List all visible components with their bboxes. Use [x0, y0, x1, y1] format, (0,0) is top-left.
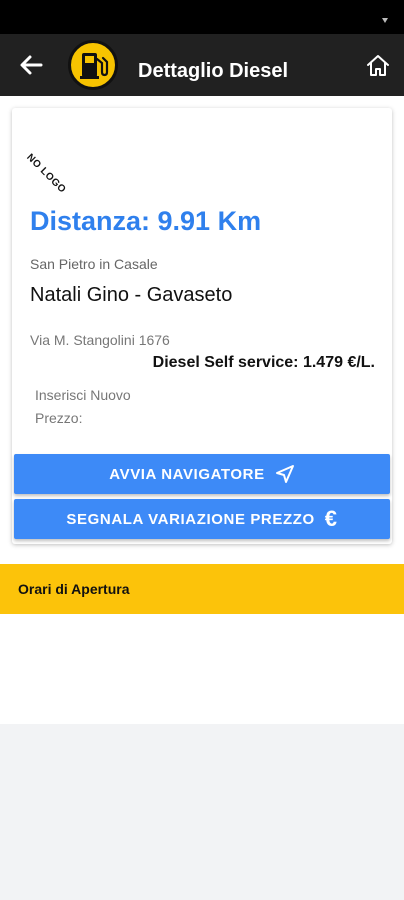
report-price-change-button[interactable]: SEGNALA VARIAZIONE PREZZO € — [14, 499, 390, 539]
arrow-left-icon — [20, 55, 43, 75]
distance-text: Distanza: 9.91 Km — [30, 206, 262, 236]
opening-hours-label: Orari di Apertura — [18, 581, 130, 597]
city-text: San Pietro in Casale — [30, 256, 158, 272]
status-bar — [0, 0, 404, 34]
start-navigator-button[interactable]: AVVIA NAVIGATORE — [14, 454, 390, 494]
signal-icon — [382, 18, 388, 23]
navigation-arrow-icon — [275, 464, 295, 484]
station-card: NO LOGO Distanza: 9.91 Km San Pietro in … — [12, 108, 392, 544]
new-price-label: Inserisci Nuovo Prezzo: — [35, 387, 131, 426]
fuel-pump-logo — [68, 40, 118, 90]
home-button[interactable] — [362, 50, 394, 82]
page-title: Dettaglio Diesel — [138, 60, 289, 82]
back-button[interactable] — [14, 48, 48, 82]
fuel-pump-icon — [80, 53, 109, 79]
no-logo-placeholder: NO LOGO — [24, 152, 68, 196]
price-text: Diesel Self service: 1.479 €/L. — [152, 354, 375, 371]
main-content: NO LOGO Distanza: 9.91 Km San Pietro in … — [0, 96, 404, 724]
station-name: Natali Gino - Gavaseto — [30, 284, 233, 306]
address-text: Via M. Stangolini 1676 — [30, 332, 170, 348]
start-navigator-label: AVVIA NAVIGATORE — [109, 465, 265, 483]
euro-icon: € — [324, 506, 338, 531]
opening-hours-section[interactable]: Orari di Apertura — [0, 564, 404, 614]
report-price-change-label: SEGNALA VARIAZIONE PREZZO — [66, 510, 315, 528]
home-icon — [367, 55, 389, 76]
app-bar: Dettaglio Diesel — [0, 34, 404, 96]
